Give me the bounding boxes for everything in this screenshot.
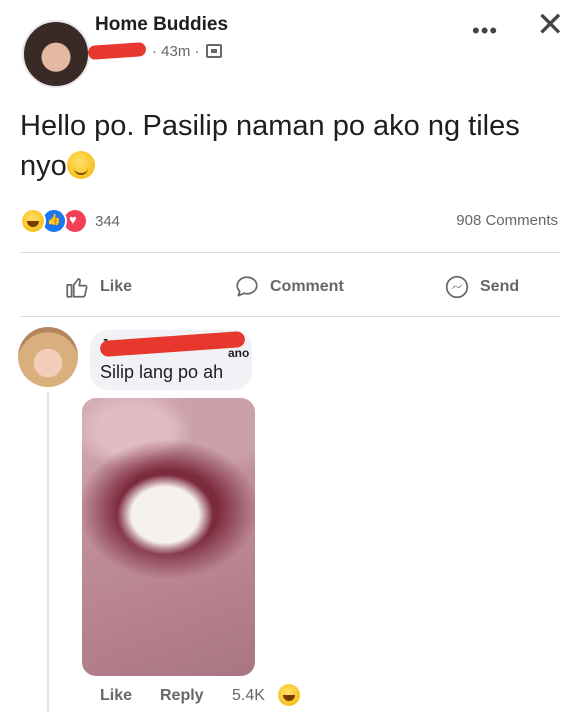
send-label: Send — [480, 278, 520, 295]
group-name[interactable]: Home Buddies — [95, 14, 228, 36]
haha-reaction-icon — [278, 684, 300, 706]
comment-label: Comment — [270, 278, 344, 295]
reaction-count: 344 — [95, 212, 121, 230]
comment-count[interactable]: 908 Comments — [456, 212, 558, 229]
comment-photo[interactable] — [82, 398, 255, 676]
comment-text: Silip lang po ah — [100, 362, 224, 382]
poster-avatar[interactable] — [22, 20, 90, 88]
reaction-summary[interactable]: 344 — [20, 208, 120, 234]
messenger-icon — [445, 275, 469, 299]
divider — [20, 252, 560, 253]
more-options-icon[interactable]: ••• — [472, 18, 498, 44]
post-text: Hello po. Pasilip naman po ako ng tiles … — [20, 106, 565, 186]
haha-reaction-icon — [20, 208, 46, 234]
author-name-redaction — [87, 41, 147, 61]
commenter-name-tail[interactable]: ano — [228, 346, 249, 360]
commenter-avatar[interactable] — [18, 327, 78, 387]
thread-line — [47, 392, 49, 712]
like-label: Like — [100, 278, 133, 295]
like-button[interactable]: Like — [64, 272, 132, 302]
comment-button[interactable]: Comment — [234, 272, 344, 302]
thumbs-up-icon — [66, 278, 88, 298]
post-meta: · 43m · — [87, 40, 222, 62]
comment-reaction-count[interactable]: 5.4K — [232, 687, 265, 705]
smiling-face-icon — [66, 151, 95, 179]
send-button[interactable]: Send — [444, 272, 519, 302]
post-time[interactable]: · 43m · — [152, 43, 200, 60]
post-body: Hello po. Pasilip naman po ako ng tiles … — [20, 110, 520, 182]
comment-bubble-icon — [236, 276, 258, 297]
comment-reply-button[interactable]: Reply — [160, 687, 204, 705]
divider — [20, 316, 560, 317]
close-icon[interactable]: ✕ — [536, 8, 565, 42]
group-audience-icon — [205, 44, 222, 58]
comment-like-button[interactable]: Like — [100, 687, 132, 705]
